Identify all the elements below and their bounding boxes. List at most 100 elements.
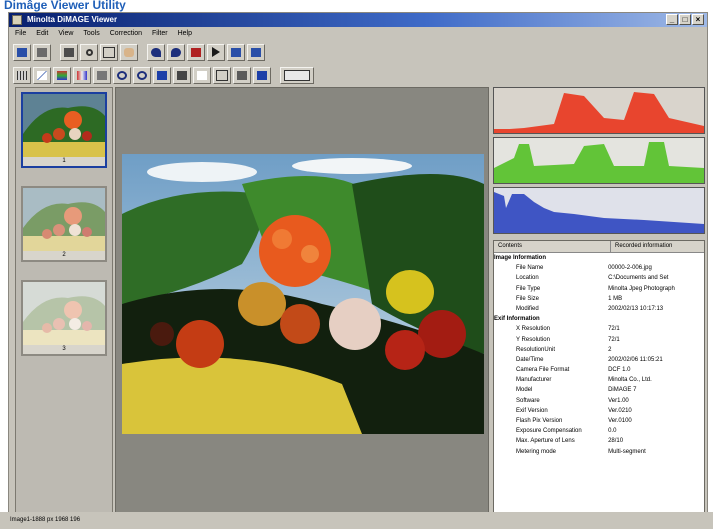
stop-button[interactable] (187, 43, 205, 61)
undo-button[interactable] (147, 43, 165, 61)
download-button[interactable] (227, 43, 245, 61)
open-button[interactable] (13, 43, 31, 61)
brightness-icon (97, 70, 107, 80)
info-value: Multi-segment (608, 448, 646, 455)
image-info-table: Contents Recorded information Image Info… (493, 240, 705, 515)
menu-tools[interactable]: Tools (83, 27, 99, 40)
save-icon (37, 47, 47, 57)
info-key: X Resolution (516, 326, 551, 333)
table-row: ResolutionUnit 2 (494, 345, 704, 355)
info-key: Model (516, 387, 533, 394)
thumbnail-1[interactable]: 1 (21, 92, 107, 168)
table-row: Metering mode Multi-segment (494, 447, 704, 457)
zoom-button[interactable] (80, 43, 98, 61)
info-value: DiMAGE 7 (608, 387, 637, 394)
table-row: Y Resolution 72/1 (494, 335, 704, 345)
info-key: ResolutionUnit (516, 346, 556, 353)
column-contents[interactable]: Contents (494, 241, 611, 252)
info-key: Manufacturer (516, 377, 552, 384)
image-viewer[interactable] (115, 87, 489, 515)
thumbnail-image (23, 282, 105, 345)
brightness-button[interactable] (93, 66, 111, 84)
printer-icon (64, 47, 74, 57)
window-controls: _ □ × (666, 14, 704, 25)
info-key: Location (516, 275, 539, 282)
arrow-down-icon (231, 47, 241, 57)
table-row: Flash Pix Version Ver.0100 (494, 416, 704, 426)
maximize-button[interactable]: □ (679, 14, 691, 25)
info-key: Modified (516, 305, 539, 312)
group-name: Image Information (494, 255, 547, 261)
play-button[interactable] (207, 43, 225, 61)
info-key: File Type (516, 285, 541, 292)
window-title: Minolta DiMAGE Viewer (27, 15, 118, 24)
correction-toolbar (13, 65, 314, 85)
table-row: Date/Time 2002/02/06 11:05:21 (494, 355, 704, 365)
rotate-right-button[interactable] (133, 66, 151, 84)
thumbnail-2[interactable]: 2 (21, 186, 107, 262)
minimize-button[interactable]: _ (666, 14, 678, 25)
menu-filter[interactable]: Filter (152, 27, 168, 40)
group-name: Exif Information (494, 316, 540, 323)
batch-button[interactable] (253, 66, 271, 84)
thumbnail-3[interactable]: 3 (21, 280, 107, 356)
group-row[interactable]: Exif Information (494, 314, 704, 324)
levels-button[interactable] (53, 66, 71, 84)
histogram-blue (493, 187, 705, 234)
undo-arrow-icon (151, 47, 161, 57)
color-balance-icon (77, 70, 87, 80)
filter-icon (237, 70, 247, 80)
app-window: Minolta DiMAGE Viewer _ □ × File Edit Vi… (8, 12, 708, 522)
compare-button[interactable] (153, 66, 171, 84)
filter-button[interactable] (233, 66, 251, 84)
magnifier-icon (85, 48, 93, 56)
batch-icon (257, 70, 267, 80)
info-key: Flash Pix Version (516, 418, 563, 424)
fit-window-button[interactable] (213, 66, 231, 84)
hand-button[interactable] (120, 43, 138, 61)
info-key: Camera File Format (516, 367, 570, 374)
info-value: Minolta Co., Ltd. (608, 377, 652, 384)
info-value: 2 (608, 346, 612, 353)
group-row[interactable]: Image Information (494, 253, 704, 263)
info-key: Exposure Compensation (516, 428, 582, 435)
close-button[interactable]: × (692, 14, 704, 25)
menu-bar: File Edit View Tools Correction Filter H… (9, 27, 707, 40)
info-key: Metering mode (516, 448, 557, 455)
split-view-button[interactable] (193, 66, 211, 84)
info-key: Exif Version (516, 407, 548, 414)
menu-view[interactable]: View (58, 27, 73, 40)
info-key: File Name (516, 265, 544, 272)
crop-button[interactable] (100, 43, 118, 61)
tone-curve-button[interactable] (33, 66, 51, 84)
column-recorded-information[interactable]: Recorded information (611, 241, 672, 252)
menu-file[interactable]: File (15, 27, 26, 40)
redo-button[interactable] (167, 43, 185, 61)
table-row: Manufacturer Minolta Co., Ltd. (494, 375, 704, 385)
grid-button[interactable] (13, 66, 31, 84)
menu-edit[interactable]: Edit (36, 27, 48, 40)
crop-icon (103, 46, 115, 58)
table-row: Modified 2002/02/13 10:17:13 (494, 304, 704, 314)
info-key: File Size (516, 295, 540, 302)
info-value: Minolta Jpeg Photograph (608, 285, 675, 292)
info-value: 2002/02/06 11:05:21 (608, 356, 663, 363)
folder-icon (17, 47, 27, 57)
slideshow-button[interactable] (280, 66, 314, 84)
menu-help[interactable]: Help (178, 27, 192, 40)
rotate-left-button[interactable] (113, 66, 131, 84)
menu-correction[interactable]: Correction (110, 27, 142, 40)
lock-button[interactable] (173, 66, 191, 84)
thumbnail-label: 3 (23, 345, 105, 354)
compare-icon (157, 70, 167, 80)
save-button[interactable] (33, 43, 51, 61)
table-row: File Name 00000-2-006.jpg (494, 263, 704, 273)
upload-button[interactable] (247, 43, 265, 61)
table-row: Exif Version Ver.0210 (494, 406, 704, 416)
info-value: 28/10 (608, 438, 624, 445)
table-row: File Size 1 MB (494, 294, 704, 304)
color-balance-button[interactable] (73, 66, 91, 84)
print-button[interactable] (60, 43, 78, 61)
table-row: Camera File Format DCF 1.0 (494, 365, 704, 375)
app-icon (12, 15, 22, 25)
